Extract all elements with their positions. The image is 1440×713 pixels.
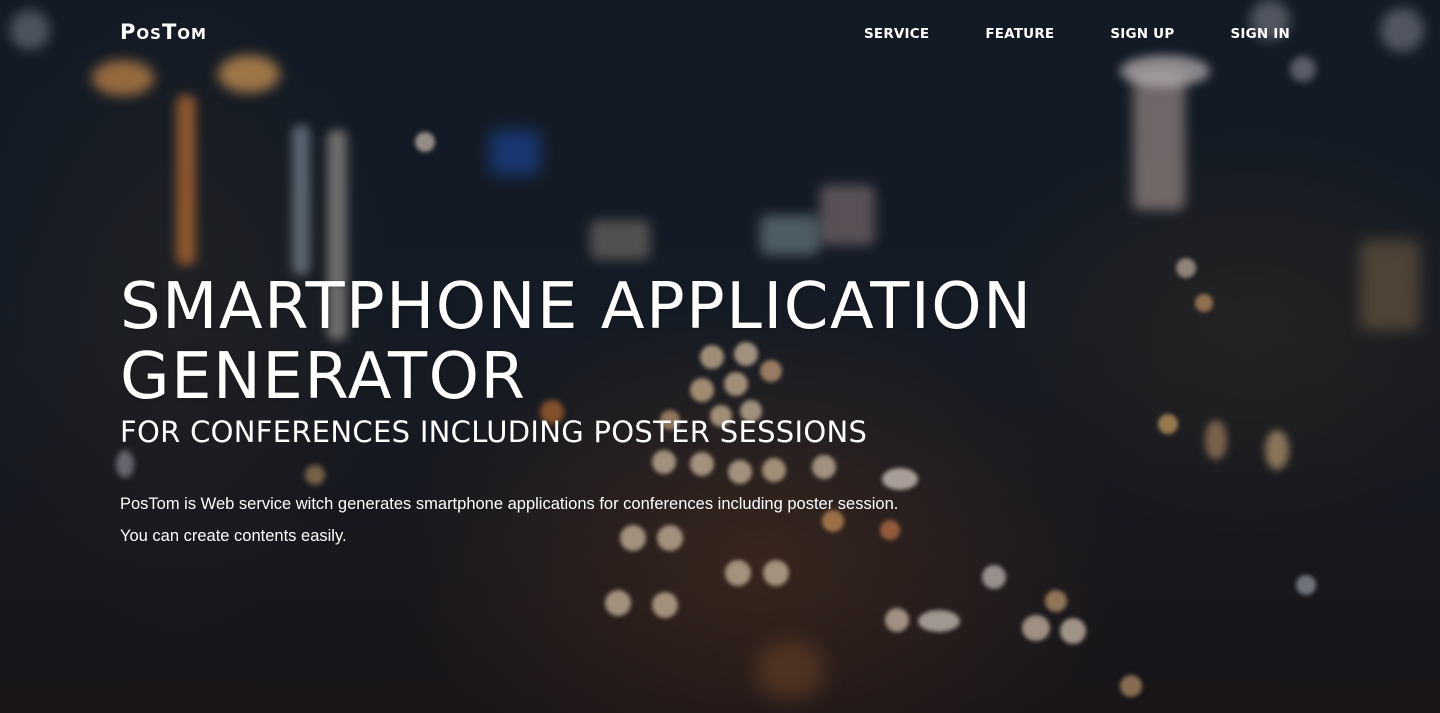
- hero-description: PosTom is Web service witch generates sm…: [120, 488, 1220, 552]
- hero-subtitle: FOR CONFERENCES INCLUDING POSTER SESSION…: [120, 415, 868, 449]
- nav-link-sign-in[interactable]: SIGN IN: [1230, 26, 1290, 42]
- postom-logo[interactable]: PosTom: [120, 20, 207, 44]
- top-navbar: PosTom SERVICE FEATURE SIGN UP SIGN IN: [0, 0, 1440, 70]
- hero-title: SMARTPHONE APPLICATION GENERATOR: [120, 272, 1220, 412]
- hero-title-line-1: SMARTPHONE APPLICATION: [120, 270, 1033, 344]
- hero-title-line-2: GENERATOR: [120, 340, 527, 414]
- nav-link-feature[interactable]: FEATURE: [985, 26, 1054, 42]
- hero-description-line-1: PosTom is Web service witch generates sm…: [120, 495, 899, 513]
- nav-link-service[interactable]: SERVICE: [864, 26, 929, 42]
- nav-link-sign-up[interactable]: SIGN UP: [1110, 26, 1174, 42]
- hero-description-line-2: You can create contents easily.: [120, 527, 347, 545]
- hero-section: SMARTPHONE APPLICATION GENERATOR FOR CON…: [120, 272, 1220, 552]
- nav-menu: SERVICE FEATURE SIGN UP SIGN IN: [864, 26, 1290, 42]
